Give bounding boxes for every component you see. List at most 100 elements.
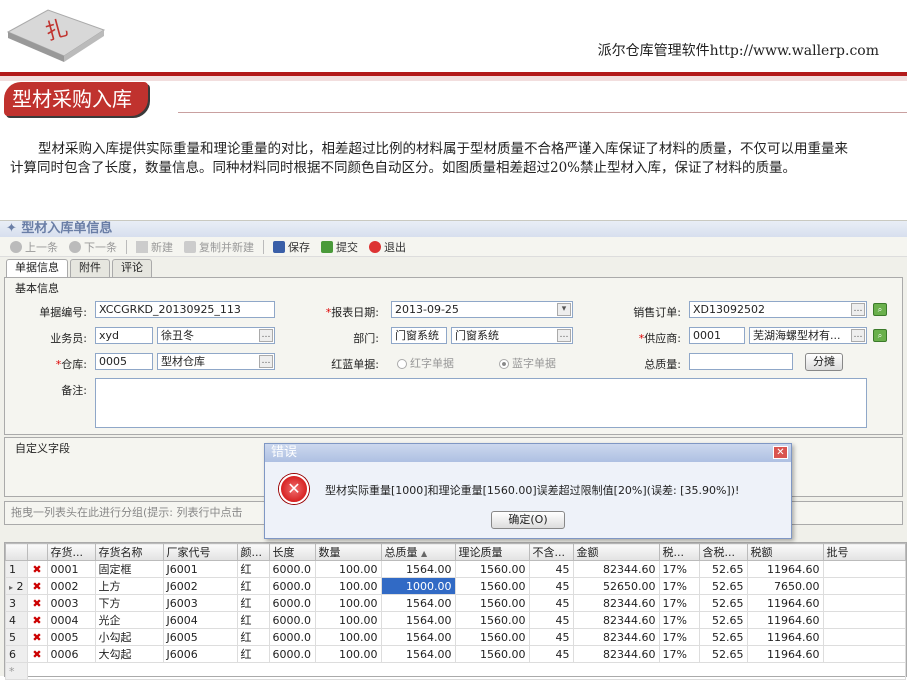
cell-tax-price[interactable]: 52.65: [698, 628, 748, 646]
cell-mfr[interactable]: J6004: [162, 611, 238, 629]
tab-doc-info[interactable]: 单据信息: [6, 259, 68, 277]
cell-mfr[interactable]: J6005: [162, 628, 238, 646]
supplier-name-field[interactable]: 芜湖海螺型材有...…: [749, 327, 867, 344]
prev-button[interactable]: 上一条: [6, 238, 62, 256]
cell-color[interactable]: 红: [236, 560, 270, 578]
cell-tax-rate[interactable]: 17%: [658, 594, 700, 612]
delete-row-icon[interactable]: ✖: [26, 560, 48, 578]
cell-batch[interactable]: [822, 611, 907, 629]
cell-length[interactable]: 6000.0: [268, 577, 316, 595]
cell-theory-weight[interactable]: 1560.00: [454, 594, 530, 612]
warehouse-name-field[interactable]: 型材仓库…: [157, 353, 275, 370]
cell-tax-rate[interactable]: 17%: [658, 577, 700, 595]
row-number[interactable]: ▸ 2: [5, 577, 28, 595]
new-row[interactable]: *: [5, 662, 907, 680]
cell-mfr[interactable]: J6002: [162, 577, 238, 595]
cell-color[interactable]: 红: [236, 577, 270, 595]
close-icon[interactable]: ✕: [773, 446, 788, 459]
delete-row-icon[interactable]: ✖: [26, 611, 48, 629]
report-date-field[interactable]: 2013-09-25 ▾: [391, 301, 573, 318]
cell-name[interactable]: 固定框: [94, 560, 164, 578]
cell-price[interactable]: 45: [528, 594, 574, 612]
ellipsis-icon[interactable]: …: [557, 329, 571, 342]
cell-theory-weight[interactable]: 1560.00: [454, 628, 530, 646]
ellipsis-icon[interactable]: …: [259, 355, 273, 368]
exit-button[interactable]: 退出: [365, 238, 410, 256]
cell-amount[interactable]: 82344.60: [572, 611, 660, 629]
cell-mfr[interactable]: J6003: [162, 594, 238, 612]
cell-price[interactable]: 45: [528, 628, 574, 646]
cell-code[interactable]: 0001: [46, 560, 96, 578]
cell-batch[interactable]: [822, 577, 907, 595]
table-row[interactable]: 4 ✖ 0004 光企 J6004 红 6000.0 100.00 1564.0…: [5, 611, 907, 629]
cell-theory-weight[interactable]: 1560.00: [454, 577, 530, 595]
warehouse-code-field[interactable]: 0005: [95, 353, 153, 370]
cell-name[interactable]: 光企: [94, 611, 164, 629]
cell-code[interactable]: 0003: [46, 594, 96, 612]
cell-theory-weight[interactable]: 1560.00: [454, 645, 530, 663]
col-header-qty[interactable]: 数量: [314, 543, 382, 561]
cell-batch[interactable]: [822, 645, 907, 663]
col-header-code[interactable]: 存货...: [46, 543, 96, 561]
col-header-mfr[interactable]: 厂家代号: [162, 543, 238, 561]
supplier-code-field[interactable]: 0001: [689, 327, 745, 344]
cell-qty[interactable]: 100.00: [314, 645, 382, 663]
copy-new-button[interactable]: 复制并新建: [180, 238, 258, 256]
save-button[interactable]: 保存: [269, 238, 314, 256]
cell-tax-amount[interactable]: 11964.60: [746, 594, 824, 612]
new-button[interactable]: 新建: [132, 238, 177, 256]
cell-batch[interactable]: [822, 560, 907, 578]
col-header-color[interactable]: 颜...: [236, 543, 270, 561]
cell-tax-rate[interactable]: 17%: [658, 645, 700, 663]
cell-tax-price[interactable]: 52.65: [698, 645, 748, 663]
search-icon[interactable]: ⌕: [873, 303, 887, 316]
cell-tax-price[interactable]: 52.65: [698, 611, 748, 629]
col-header-amount[interactable]: 金额: [572, 543, 660, 561]
cell-amount[interactable]: 82344.60: [572, 645, 660, 663]
cell-amount[interactable]: 82344.60: [572, 560, 660, 578]
cell-price[interactable]: 45: [528, 560, 574, 578]
cell-code[interactable]: 0002: [46, 577, 96, 595]
cell-tax-rate[interactable]: 17%: [658, 560, 700, 578]
delete-row-icon[interactable]: ✖: [26, 594, 48, 612]
cell-code[interactable]: 0005: [46, 628, 96, 646]
cell-weight[interactable]: 1564.00: [380, 594, 456, 612]
cell-weight[interactable]: 1564.00: [380, 645, 456, 663]
col-header-tax-price[interactable]: 含税...: [698, 543, 748, 561]
cell-length[interactable]: 6000.0: [268, 628, 316, 646]
cell-code[interactable]: 0004: [46, 611, 96, 629]
cell-length[interactable]: 6000.0: [268, 560, 316, 578]
doc-no-field[interactable]: XCCGRKD_20130925_113: [95, 301, 275, 318]
search-icon[interactable]: ⌕: [873, 329, 887, 342]
tab-attachments[interactable]: 附件: [70, 259, 110, 277]
cell-name[interactable]: 上方: [94, 577, 164, 595]
cell-code[interactable]: 0006: [46, 645, 96, 663]
cell-qty[interactable]: 100.00: [314, 577, 382, 595]
table-row[interactable]: 6 ✖ 0006 大勾起 J6006 红 6000.0 100.00 1564.…: [5, 645, 907, 663]
ok-button[interactable]: 确定(O): [491, 511, 565, 529]
cell-tax-amount[interactable]: 11964.60: [746, 611, 824, 629]
blue-doc-radio[interactable]: 蓝字单据: [499, 355, 556, 371]
tab-comments[interactable]: 评论: [112, 259, 152, 277]
total-weight-field[interactable]: [689, 353, 793, 370]
cell-tax-rate[interactable]: 17%: [658, 611, 700, 629]
cell-weight[interactable]: 1564.00: [380, 628, 456, 646]
cell-name[interactable]: 大勾起: [94, 645, 164, 663]
cell-length[interactable]: 6000.0: [268, 594, 316, 612]
cell-qty[interactable]: 100.00: [314, 611, 382, 629]
cell-qty[interactable]: 100.00: [314, 628, 382, 646]
cell-theory-weight[interactable]: 1560.00: [454, 611, 530, 629]
col-header-name[interactable]: 存货名称: [94, 543, 164, 561]
delete-row-icon[interactable]: ✖: [26, 577, 48, 595]
cell-mfr[interactable]: J6001: [162, 560, 238, 578]
cell-amount[interactable]: 82344.60: [572, 628, 660, 646]
cell-qty[interactable]: 100.00: [314, 594, 382, 612]
cell-name[interactable]: 小勾起: [94, 628, 164, 646]
col-header-theory-weight[interactable]: 理论质量: [454, 543, 530, 561]
cell-color[interactable]: 红: [236, 594, 270, 612]
clerk-code-field[interactable]: xyd: [95, 327, 153, 344]
row-number[interactable]: 3: [5, 594, 28, 612]
clerk-name-field[interactable]: 徐丑冬…: [157, 327, 275, 344]
table-row[interactable]: 1 ✖ 0001 固定框 J6001 红 6000.0 100.00 1564.…: [5, 560, 907, 578]
cell-price[interactable]: 45: [528, 577, 574, 595]
